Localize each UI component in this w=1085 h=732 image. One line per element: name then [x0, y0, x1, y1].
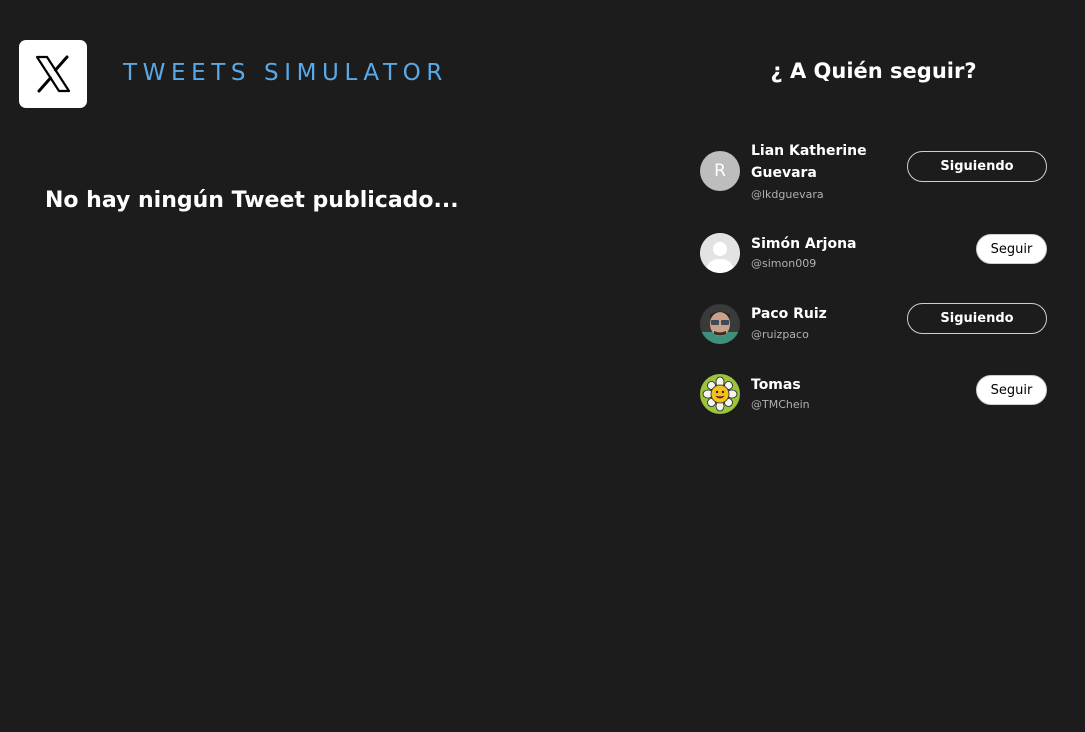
follow-button[interactable]: Seguir: [976, 234, 1047, 264]
suggested-user: Simón Arjona @simon009 Seguir: [700, 233, 1047, 275]
user-name: Simón Arjona: [751, 236, 857, 252]
empty-feed-message: No hay ningún Tweet publicado...: [45, 188, 459, 213]
x-logo-icon[interactable]: [19, 40, 87, 108]
default-user-avatar: [700, 233, 740, 273]
suggested-user: Tomas @TMChein Seguir: [700, 374, 1047, 416]
photo-avatar: [700, 304, 740, 344]
user-name: Tomas: [751, 377, 801, 393]
user-name: Lian Katherine Guevara: [751, 143, 867, 181]
sunflower-avatar: [700, 374, 740, 414]
following-button[interactable]: Siguiendo: [907, 151, 1047, 182]
user-handle: @lkdguevara: [751, 188, 824, 201]
avatar: R: [700, 151, 740, 191]
suggested-user: R Lian Katherine Guevara @lkdguevara Sig…: [700, 140, 1047, 206]
user-handle: @TMChein: [751, 398, 810, 411]
user-handle: @simon009: [751, 257, 817, 270]
user-name: Paco Ruiz: [751, 306, 827, 322]
who-to-follow-heading: ¿ A Quién seguir?: [770, 59, 977, 83]
user-handle: @ruizpaco: [751, 328, 809, 341]
avatar-initial: R: [714, 161, 726, 181]
app-title: TWEETS SIMULATOR: [123, 60, 448, 86]
app-page: TWEETS SIMULATOR No hay ningún Tweet pub…: [0, 0, 1085, 732]
suggested-user: Paco Ruiz @ruizpaco Siguiendo: [700, 303, 1047, 345]
following-button[interactable]: Siguiendo: [907, 303, 1047, 334]
follow-button[interactable]: Seguir: [976, 375, 1047, 405]
